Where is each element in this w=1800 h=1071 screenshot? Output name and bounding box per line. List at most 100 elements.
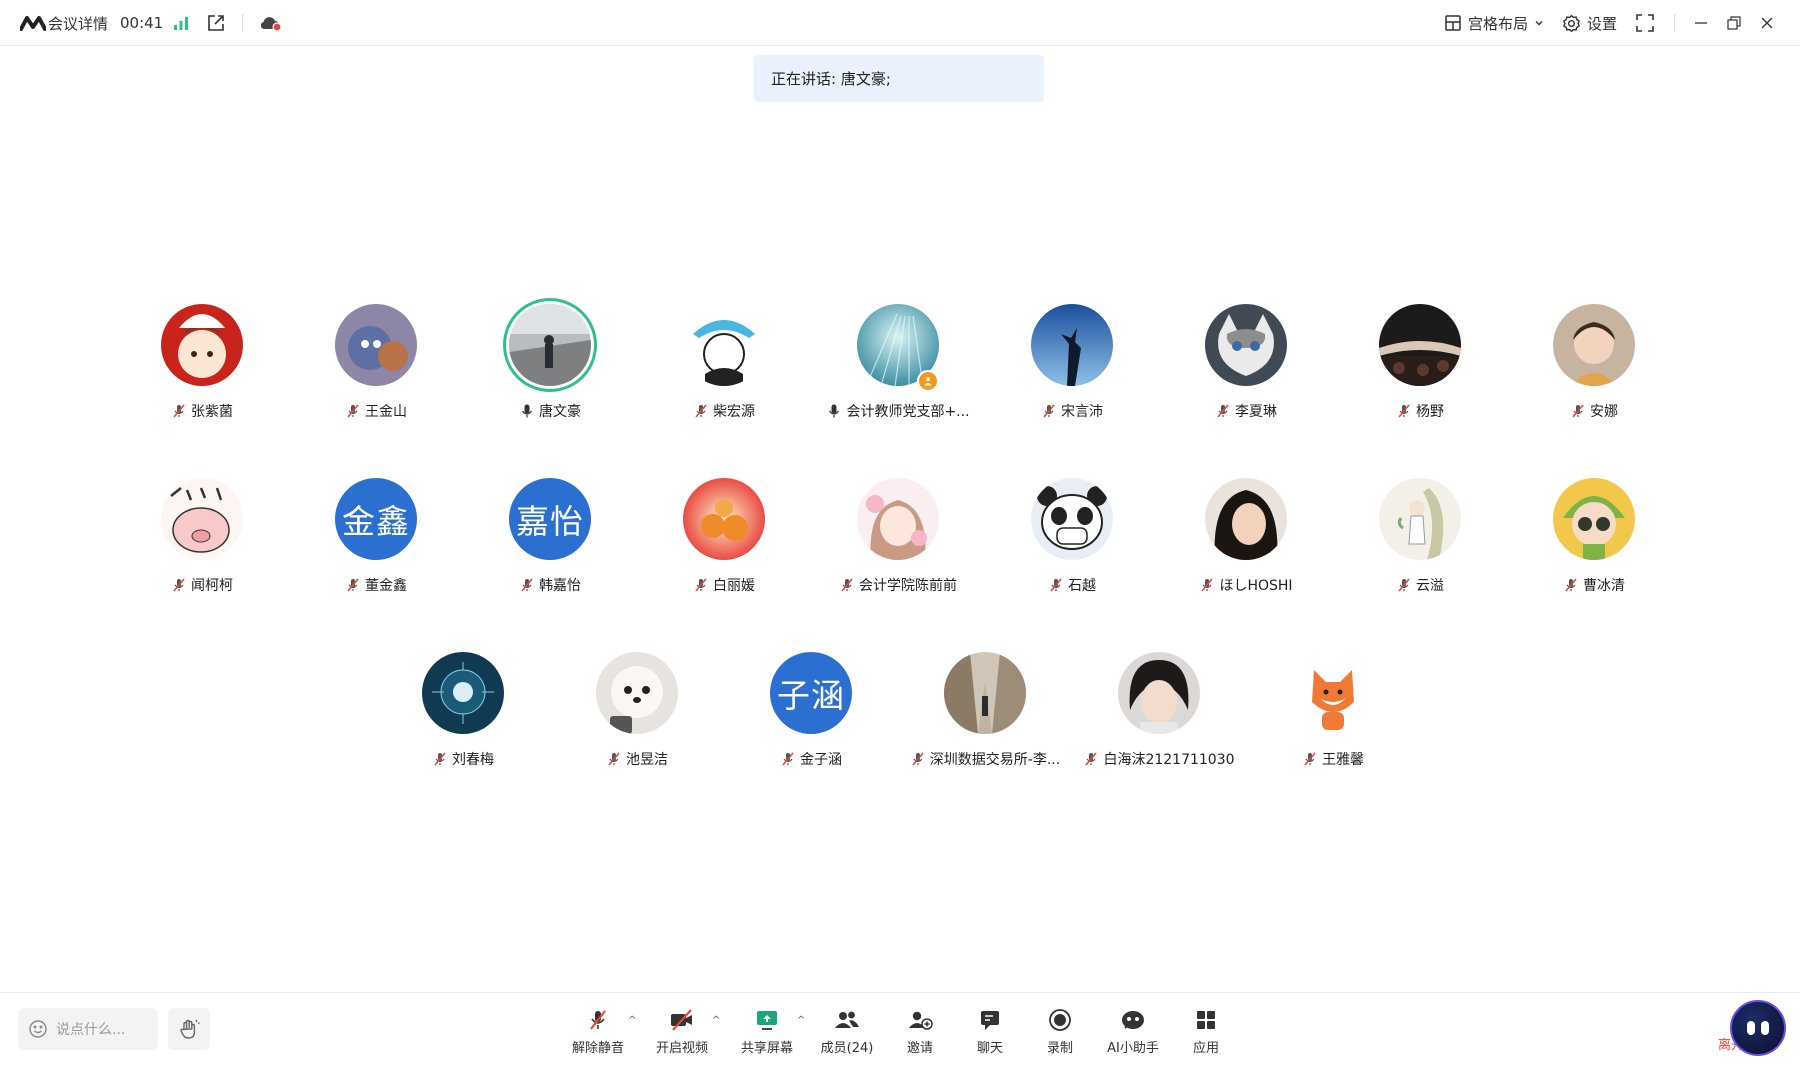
video-options-chevron-up-icon[interactable]: ^ <box>712 1015 720 1026</box>
participant-name: 闻柯柯 <box>115 574 289 596</box>
participant-tile[interactable]: 王金山 <box>289 304 463 444</box>
participant-tile[interactable]: 安娜 <box>1507 304 1681 444</box>
mic-muted-icon <box>521 578 533 592</box>
participant-tile[interactable]: 柴宏源 <box>637 304 811 444</box>
grid-layout-button[interactable]: 宫格布局 <box>1444 0 1544 46</box>
participant-name: ほしHOSHI <box>1159 574 1333 596</box>
mic-muted-icon <box>173 578 185 592</box>
divider <box>242 14 243 32</box>
mic-muted-icon <box>1201 578 1214 592</box>
avatar <box>335 304 417 386</box>
avatar <box>596 652 678 734</box>
ai-bot-floating-icon[interactable] <box>1730 1000 1786 1056</box>
participant-tile[interactable]: 闻柯柯 <box>115 478 289 618</box>
participant-tile[interactable]: 池昱洁 <box>550 652 724 792</box>
participant-tile[interactable]: 曹冰清 <box>1507 478 1681 618</box>
unmute-label: 解除静音 <box>571 1041 624 1056</box>
participant-tile[interactable]: 嘉怡 韩嘉怡 <box>463 478 637 618</box>
ai-assistant-button[interactable]: AI小助手 <box>1102 1007 1164 1059</box>
participant-name: 王雅馨 <box>1246 748 1420 770</box>
avatar <box>1031 478 1113 560</box>
ai-assistant-label: AI小助手 <box>1107 1041 1159 1056</box>
participant-name-label: 白海沫2121711030 <box>1103 752 1235 768</box>
mic-muted-icon <box>1050 578 1062 592</box>
mic-muted-icon <box>590 1010 606 1030</box>
avatar-initials: 子涵 <box>770 652 852 734</box>
participant-tile[interactable]: 深圳数据交易所-李... <box>898 652 1072 792</box>
unmute-button[interactable]: 解除静音 <box>568 1007 628 1059</box>
participant-tile-host[interactable]: 会计教师党支部+... <box>811 304 985 444</box>
participant-tile[interactable]: 白海沫2121711030 <box>1072 652 1246 792</box>
meeting-info-link[interactable]: 会议详情 <box>48 0 108 46</box>
participant-tile[interactable]: 宋言沛 <box>985 304 1159 444</box>
participant-name: 韩嘉怡 <box>463 574 637 596</box>
participant-tile[interactable]: 会计学院陈前前 <box>811 478 985 618</box>
gear-icon <box>1563 14 1580 32</box>
audio-options-chevron-up-icon[interactable]: ^ <box>628 1015 636 1026</box>
participant-name: 张紫菌 <box>115 400 289 422</box>
chat-label: 聊天 <box>976 1041 1003 1056</box>
emoji-icon[interactable] <box>28 1019 48 1039</box>
participant-tile[interactable]: 李夏琳 <box>1159 304 1333 444</box>
participant-tile[interactable]: 张紫菌 <box>115 304 289 444</box>
participant-name-label: 杨野 <box>1416 404 1444 420</box>
participant-tile[interactable]: 云溢 <box>1333 478 1507 618</box>
avatar <box>422 652 504 734</box>
share-options-chevron-up-icon[interactable]: ^ <box>797 1015 805 1026</box>
participant-name: 唐文豪 <box>463 400 637 422</box>
fullscreen-icon[interactable] <box>1636 0 1654 46</box>
signal-strength-icon[interactable] <box>173 0 189 46</box>
avatar <box>1031 304 1113 386</box>
record-icon <box>1049 1009 1071 1031</box>
apps-button[interactable]: 应用 <box>1186 1007 1226 1059</box>
mic-muted-icon <box>1085 752 1098 766</box>
record-button[interactable]: 录制 <box>1040 1007 1080 1059</box>
invite-label: 邀请 <box>906 1041 933 1056</box>
raise-hand-button[interactable] <box>168 1008 210 1050</box>
participant-name: 宋言沛 <box>985 400 1159 422</box>
share-screen-button[interactable]: 共享屏幕 <box>736 1007 798 1059</box>
participant-tile[interactable]: 白丽媛 <box>637 478 811 618</box>
participant-tile[interactable]: 子涵 金子涵 <box>724 652 898 792</box>
mic-muted-icon <box>782 752 794 766</box>
restore-icon[interactable] <box>1727 0 1741 46</box>
minimize-icon[interactable] <box>1694 0 1708 46</box>
mic-muted-icon <box>347 404 359 418</box>
grid-layout-icon <box>1445 15 1461 31</box>
participant-tile[interactable]: ほしHOSHI <box>1159 478 1333 618</box>
popout-icon[interactable] <box>207 0 225 46</box>
participant-tile[interactable]: 刘春梅 <box>376 652 550 792</box>
members-button[interactable]: 成员(24) <box>816 1007 878 1059</box>
mic-on-icon <box>829 404 840 418</box>
add-user-icon <box>909 1011 933 1030</box>
participant-name-label: 白丽媛 <box>713 578 755 594</box>
raise-hand-icon <box>180 1019 200 1039</box>
participant-name-label: 会计教师党支部+... <box>846 404 970 420</box>
participant-tile-speaking[interactable]: 唐文豪 <box>463 304 637 444</box>
avatar <box>1553 478 1635 560</box>
avatar <box>1292 652 1374 734</box>
participant-name-label: ほしHOSHI <box>1219 578 1293 594</box>
settings-button[interactable]: 设置 <box>1562 0 1617 46</box>
participant-tile[interactable]: 金鑫 董金鑫 <box>289 478 463 618</box>
ai-assistant-icon <box>1122 1011 1144 1029</box>
invite-button[interactable]: 邀请 <box>900 1007 940 1059</box>
mic-muted-icon <box>347 578 359 592</box>
chat-button[interactable]: 聊天 <box>970 1007 1010 1059</box>
participant-name-label: 石越 <box>1068 578 1096 594</box>
avatar <box>1379 478 1461 560</box>
cloud-record-icon[interactable] <box>258 0 282 46</box>
participant-name: 李夏琳 <box>1159 400 1333 422</box>
start-video-label: 开启视频 <box>655 1041 708 1056</box>
participant-tile[interactable]: 王雅馨 <box>1246 652 1420 792</box>
participant-tile[interactable]: 杨野 <box>1333 304 1507 444</box>
participant-tile[interactable]: 石越 <box>985 478 1159 618</box>
settings-label: 设置 <box>1587 14 1618 33</box>
app-logo-icon <box>20 0 46 46</box>
quick-chat-input[interactable]: 说点什么... <box>18 1008 158 1050</box>
avatar <box>1205 478 1287 560</box>
participant-name-label: 云溢 <box>1416 578 1444 594</box>
mic-muted-icon <box>1565 578 1577 592</box>
start-video-button[interactable]: 开启视频 <box>652 1007 712 1059</box>
close-icon[interactable] <box>1760 0 1774 46</box>
